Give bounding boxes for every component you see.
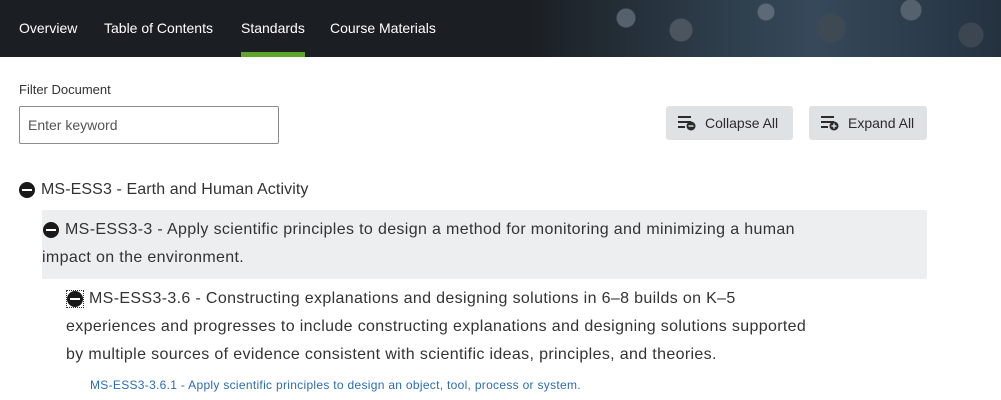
standard-text-line: by multiple sources of evidence consiste…: [66, 346, 717, 363]
standard-text-line: MS-ESS3-3 - Apply scientific principles …: [65, 221, 795, 238]
tab-overview[interactable]: Overview: [19, 0, 77, 57]
minus-circle-icon[interactable]: [43, 222, 59, 238]
collapse-all-button[interactable]: Collapse All: [666, 106, 793, 140]
tree-item-label: MS-ESS3 - Earth and Human Activity: [41, 181, 309, 198]
top-navigation: Overview Table of Contents Standards Cou…: [0, 0, 1001, 57]
collapse-all-label: Collapse All: [705, 115, 779, 131]
tab-course-materials[interactable]: Course Materials: [330, 0, 436, 57]
list-collapse-icon: [678, 115, 696, 131]
tab-standards[interactable]: Standards: [241, 0, 305, 57]
minus-circle-icon[interactable]: [19, 182, 35, 198]
minus-circle-icon[interactable]: [67, 291, 83, 307]
standard-text-line: experiences and progresses to include co…: [66, 318, 807, 335]
expand-all-button[interactable]: Expand All: [809, 106, 927, 140]
filter-keyword-input[interactable]: [19, 106, 279, 144]
sub-standard-link[interactable]: MS-ESS3-3.6.1 - Apply scientific princip…: [90, 378, 581, 392]
expand-all-label: Expand All: [848, 115, 915, 131]
header-banner-image: [531, 0, 1001, 57]
filter-label: Filter Document: [19, 82, 111, 97]
tab-table-of-contents[interactable]: Table of Contents: [104, 0, 213, 57]
list-expand-icon: [821, 115, 839, 131]
standard-text-line: impact on the environment.: [42, 249, 245, 266]
standard-text-line: MS-ESS3-3.6 - Constructing explanations …: [89, 290, 736, 307]
tree-item-ms-ess3: MS-ESS3 - Earth and Human Activity: [19, 181, 309, 199]
